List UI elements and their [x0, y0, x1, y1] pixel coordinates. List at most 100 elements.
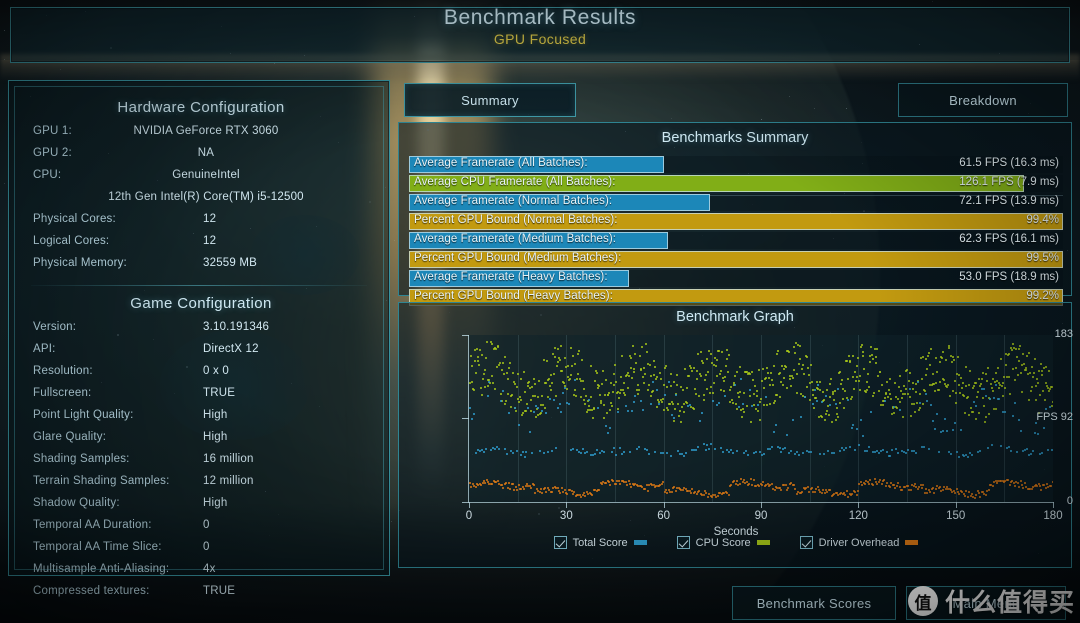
data-point [749, 478, 752, 481]
data-point [772, 364, 775, 367]
data-point [624, 405, 627, 408]
data-point [778, 447, 781, 449]
legend-item[interactable]: Driver Overhead [799, 536, 919, 549]
data-point [1047, 448, 1050, 451]
y-tick-mark [462, 502, 469, 503]
data-point [876, 483, 879, 486]
data-point [956, 356, 959, 359]
data-point [576, 373, 579, 376]
summary-bar-label: Average Framerate (All Batches): [414, 157, 588, 169]
data-point [681, 488, 684, 491]
data-point [622, 382, 625, 384]
data-point [1037, 433, 1040, 436]
data-point [485, 357, 488, 360]
data-point [926, 492, 929, 495]
data-point [757, 410, 760, 413]
data-point [930, 347, 933, 350]
data-point [795, 392, 798, 395]
data-point [520, 488, 523, 491]
data-point [535, 415, 538, 418]
data-point [696, 369, 699, 372]
data-point [893, 381, 896, 384]
data-point [988, 397, 991, 400]
y-tick-label: FPS 92 [1036, 411, 1073, 424]
data-point [764, 395, 767, 398]
data-point [887, 388, 890, 391]
data-point [630, 356, 633, 359]
hardware-configuration-heading: Hardware Configuration [117, 99, 285, 116]
data-point [581, 359, 584, 362]
data-point [487, 385, 490, 388]
data-point [472, 389, 475, 392]
data-point [530, 486, 533, 489]
data-point [984, 493, 987, 496]
data-point [992, 397, 995, 400]
data-point [646, 448, 649, 451]
tab-summary[interactable]: Summary [404, 83, 576, 117]
data-point [991, 485, 994, 488]
legend-item[interactable]: CPU Score [676, 536, 770, 549]
legend-item[interactable]: Total Score [553, 536, 647, 549]
data-point [879, 370, 882, 373]
config-row: Resolution: 0 x 0 [15, 365, 387, 386]
data-point [695, 492, 698, 495]
config-row: Physical Memory: 32559 MB [15, 257, 387, 278]
data-point [879, 478, 882, 481]
data-point [780, 451, 783, 454]
data-point [563, 489, 566, 492]
data-point [555, 364, 558, 367]
data-point [817, 416, 820, 419]
data-point [815, 400, 818, 403]
data-point [770, 446, 773, 449]
data-point [491, 483, 494, 486]
data-point [980, 377, 983, 380]
data-point [641, 346, 644, 349]
configuration-panel: Hardware Configuration GPU 1: NVIDIA GeFor… [8, 80, 390, 597]
config-row-value: GenuineIntel [172, 169, 240, 181]
data-point [902, 416, 905, 419]
data-point [739, 378, 742, 381]
data-point [601, 382, 604, 385]
data-point [605, 482, 608, 485]
summary-bar-row: Average Framerate (Normal Batches): 72.1 … [409, 194, 1063, 212]
data-point [711, 392, 714, 395]
data-point [521, 451, 524, 454]
data-point [957, 455, 960, 458]
data-point [531, 452, 534, 455]
data-point [823, 398, 826, 401]
data-point [623, 391, 626, 394]
data-point [645, 484, 648, 487]
data-point [506, 393, 509, 396]
data-point [553, 347, 556, 350]
star [274, 63, 275, 64]
checkbox-icon[interactable] [676, 536, 690, 549]
benchmark-scores-button[interactable]: Benchmark Scores [732, 586, 896, 620]
main-menu-button[interactable]: Main Menu [906, 586, 1066, 620]
data-point [734, 482, 737, 485]
data-point [789, 378, 792, 381]
checkbox-icon[interactable] [799, 536, 813, 549]
data-point [706, 444, 709, 447]
data-point [472, 413, 475, 416]
tab-breakdown[interactable]: Breakdown [898, 83, 1068, 117]
data-point [776, 353, 779, 356]
data-point [1022, 353, 1025, 356]
data-point [741, 403, 744, 406]
checkbox-icon[interactable] [553, 536, 567, 549]
data-point [498, 361, 501, 364]
data-point [818, 389, 821, 392]
data-point [794, 452, 797, 455]
data-point [490, 374, 493, 377]
data-point [791, 376, 794, 379]
data-point [827, 450, 830, 453]
data-point [918, 407, 921, 410]
data-point [558, 402, 561, 405]
data-point [860, 345, 863, 348]
data-point [852, 423, 855, 426]
data-point [910, 414, 913, 417]
data-point [645, 351, 648, 354]
data-point [658, 371, 661, 374]
data-point [793, 345, 796, 348]
data-point [840, 379, 843, 382]
data-point [617, 480, 620, 483]
